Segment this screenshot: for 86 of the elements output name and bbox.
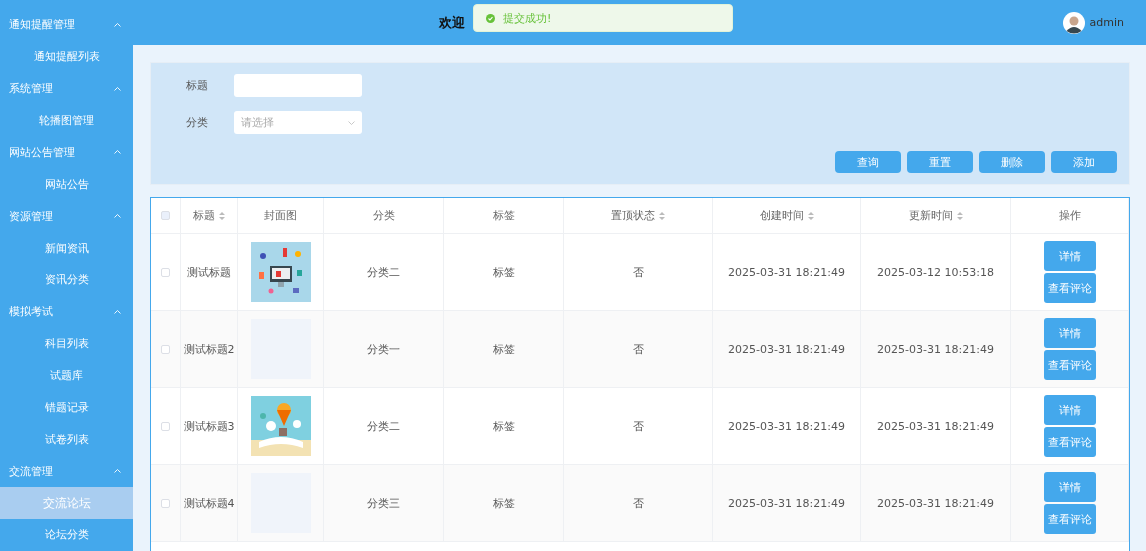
menu-item[interactable]: 通知提醒列表: [0, 40, 133, 73]
sort-icon[interactable]: [807, 211, 814, 220]
chevron-up-icon: [114, 86, 121, 91]
title-input-field[interactable]: [234, 74, 362, 97]
menu-item[interactable]: 论坛分类: [0, 519, 133, 551]
row-action-button[interactable]: 详情: [1043, 241, 1096, 271]
menu-group[interactable]: 交流管理: [0, 455, 133, 488]
row-action-button[interactable]: 查看评论: [1043, 504, 1096, 534]
menu-item[interactable]: 科目列表: [0, 327, 133, 360]
row-action-button[interactable]: 查看评论: [1043, 273, 1096, 303]
chevron-up-icon: [114, 469, 121, 474]
table-cell: 否: [632, 418, 644, 434]
column-header: 封面图: [264, 208, 297, 223]
chevron-up-icon: [114, 214, 121, 219]
table-cell: 标签: [492, 264, 515, 280]
table-cell: 2025-03-31 18:21:49: [728, 419, 845, 433]
column-header: 创建时间: [759, 208, 804, 223]
table-cell: 分类一: [367, 341, 400, 357]
table-cell: 测试标题: [187, 264, 231, 280]
user-name: admin: [1089, 16, 1124, 29]
site-title: 欢迎: [439, 13, 465, 32]
table-cell: 标签: [492, 341, 515, 357]
menu-item[interactable]: 资讯分类: [0, 264, 133, 296]
check-circle-icon: [486, 13, 495, 23]
sort-icon[interactable]: [659, 211, 665, 220]
row-checkbox[interactable]: [161, 344, 170, 354]
category-select[interactable]: 请选择: [234, 111, 362, 134]
column-header: 更新时间: [908, 208, 953, 223]
field-label: 分类: [185, 115, 209, 130]
menu-item[interactable]: 新闻资讯: [0, 232, 133, 264]
menu-item[interactable]: 网站公告: [0, 168, 133, 201]
table-cell: 否: [632, 495, 644, 511]
chevron-up-icon: [114, 22, 121, 27]
table-cell: 2025-03-12 10:53:18: [877, 265, 994, 279]
column-header: 标签: [492, 208, 515, 223]
chevron-down-icon: [348, 120, 355, 125]
sort-icon[interactable]: [219, 211, 225, 220]
table-cell: 否: [632, 341, 644, 357]
row-action-button[interactable]: 查看评论: [1043, 427, 1096, 457]
menu-group[interactable]: 系统管理: [0, 72, 133, 105]
avatar-icon[interactable]: [1062, 11, 1085, 34]
chevron-up-icon: [114, 150, 121, 155]
menu-group[interactable]: 模拟考试: [0, 295, 133, 328]
table-cell: 2025-03-31 18:21:49: [728, 496, 845, 510]
table-cell: 分类二: [367, 264, 400, 280]
action-button[interactable]: 重置: [907, 151, 973, 173]
column-header: 分类: [372, 208, 395, 223]
row-action-button[interactable]: 详情: [1043, 472, 1096, 502]
table-cell: 测试标题4: [183, 495, 235, 511]
table-cell: 测试标题3: [183, 418, 235, 434]
toast-message: 提交成功!: [503, 10, 552, 26]
action-button[interactable]: 添加: [1051, 151, 1117, 173]
menu-group[interactable]: 网站公告管理: [0, 136, 133, 169]
table-cell: 否: [632, 264, 644, 280]
column-header: 操作: [1058, 208, 1081, 223]
menu-group[interactable]: 资源管理: [0, 200, 133, 233]
menu-item[interactable]: 试题库: [0, 359, 133, 392]
table-cell: 测试标题2: [183, 341, 235, 357]
row-checkbox[interactable]: [161, 498, 170, 508]
row-action-button[interactable]: 详情: [1043, 395, 1096, 425]
menu-item[interactable]: 试卷列表: [0, 423, 133, 456]
menu-item[interactable]: 交流论坛: [0, 487, 133, 519]
table-cell: 分类三: [367, 495, 400, 511]
menu-group[interactable]: 通知提醒管理: [0, 9, 133, 41]
chevron-up-icon: [114, 309, 121, 314]
row-action-button[interactable]: 详情: [1043, 318, 1096, 348]
menu-item[interactable]: 错题记录: [0, 391, 133, 424]
field-label: 标题: [185, 78, 209, 93]
table-cell: 2025-03-31 18:21:49: [728, 342, 845, 356]
table-cell: 标签: [492, 418, 515, 434]
table-cell: 2025-03-31 18:21:49: [877, 419, 994, 433]
column-header: 置顶状态: [611, 208, 655, 223]
table-cell: 标签: [492, 495, 515, 511]
row-checkbox[interactable]: [161, 267, 170, 277]
table-cell: 2025-03-31 18:21:49: [877, 496, 994, 510]
action-button[interactable]: 删除: [979, 151, 1045, 173]
select-all-checkbox[interactable]: [161, 211, 170, 220]
table-cell: 分类二: [367, 418, 400, 434]
row-action-button[interactable]: 查看评论: [1043, 350, 1096, 380]
row-checkbox[interactable]: [161, 421, 170, 431]
menu-item[interactable]: 轮播图管理: [0, 104, 133, 137]
column-header: 标题: [193, 208, 215, 223]
table-cell: 2025-03-31 18:21:49: [728, 265, 845, 279]
table-cell: 2025-03-31 18:21:49: [877, 342, 994, 356]
action-button[interactable]: 查询: [835, 151, 901, 173]
sort-icon[interactable]: [956, 211, 963, 220]
